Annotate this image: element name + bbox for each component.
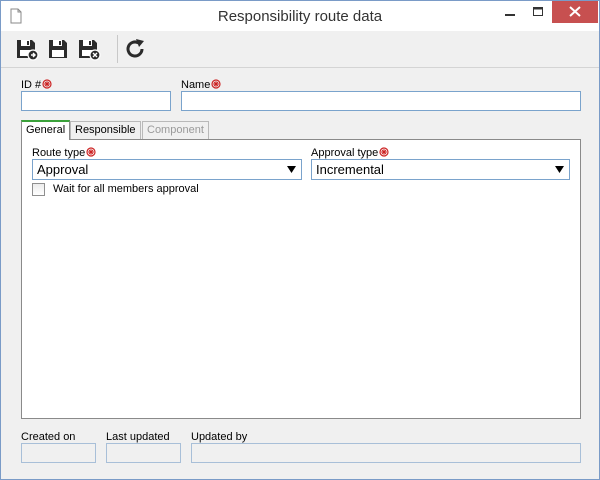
required-icon <box>211 79 221 89</box>
save-and-new-button[interactable] <box>15 37 39 61</box>
floppy-disk-new-icon <box>17 40 39 61</box>
dropdown-arrow-icon <box>555 166 564 173</box>
route-type-select[interactable]: Approval <box>32 159 302 180</box>
close-button[interactable] <box>552 1 598 23</box>
close-icon <box>569 6 581 17</box>
general-tab-panel: Route type Approval Approval type Increm… <box>21 139 581 419</box>
tab-responsible[interactable]: Responsible <box>70 121 141 139</box>
maximize-icon <box>533 7 543 16</box>
minimize-icon <box>505 14 515 16</box>
required-icon <box>379 147 389 157</box>
created-on-label: Created on <box>21 431 76 443</box>
route-type-label: Route type <box>32 147 96 159</box>
toolbar <box>1 31 599 68</box>
tab-component: Component <box>142 121 209 139</box>
name-field[interactable] <box>181 91 581 111</box>
updated-by-field <box>191 443 581 463</box>
name-field-label: Name <box>181 79 221 91</box>
save-button[interactable] <box>46 37 70 61</box>
minimize-button[interactable] <box>496 1 524 23</box>
floppy-disk-icon <box>49 40 67 58</box>
tab-general[interactable]: General <box>21 120 71 140</box>
toolbar-separator <box>117 35 118 63</box>
wait-all-members-label[interactable]: Wait for all members approval <box>53 183 199 195</box>
created-on-field <box>21 443 96 463</box>
floppy-disk-close-icon <box>79 40 101 61</box>
updated-by-label: Updated by <box>191 431 248 443</box>
required-icon <box>42 79 52 89</box>
id-field[interactable] <box>21 91 171 111</box>
title-bar[interactable]: Responsibility route data <box>1 1 599 31</box>
required-icon <box>86 147 96 157</box>
approval-type-label: Approval type <box>311 147 389 159</box>
last-updated-field <box>106 443 181 463</box>
wait-all-members-checkbox[interactable] <box>32 183 45 196</box>
last-updated-label: Last updated <box>106 431 170 443</box>
refresh-icon <box>126 39 144 58</box>
dropdown-arrow-icon <box>287 166 296 173</box>
maximize-button[interactable] <box>524 1 552 23</box>
dialog-window: Responsibility route data ID # Name Gene… <box>0 0 600 480</box>
refresh-button[interactable] <box>123 37 147 61</box>
save-and-close-button[interactable] <box>77 37 101 61</box>
id-field-label: ID # <box>21 79 52 91</box>
approval-type-select[interactable]: Incremental <box>311 159 570 180</box>
